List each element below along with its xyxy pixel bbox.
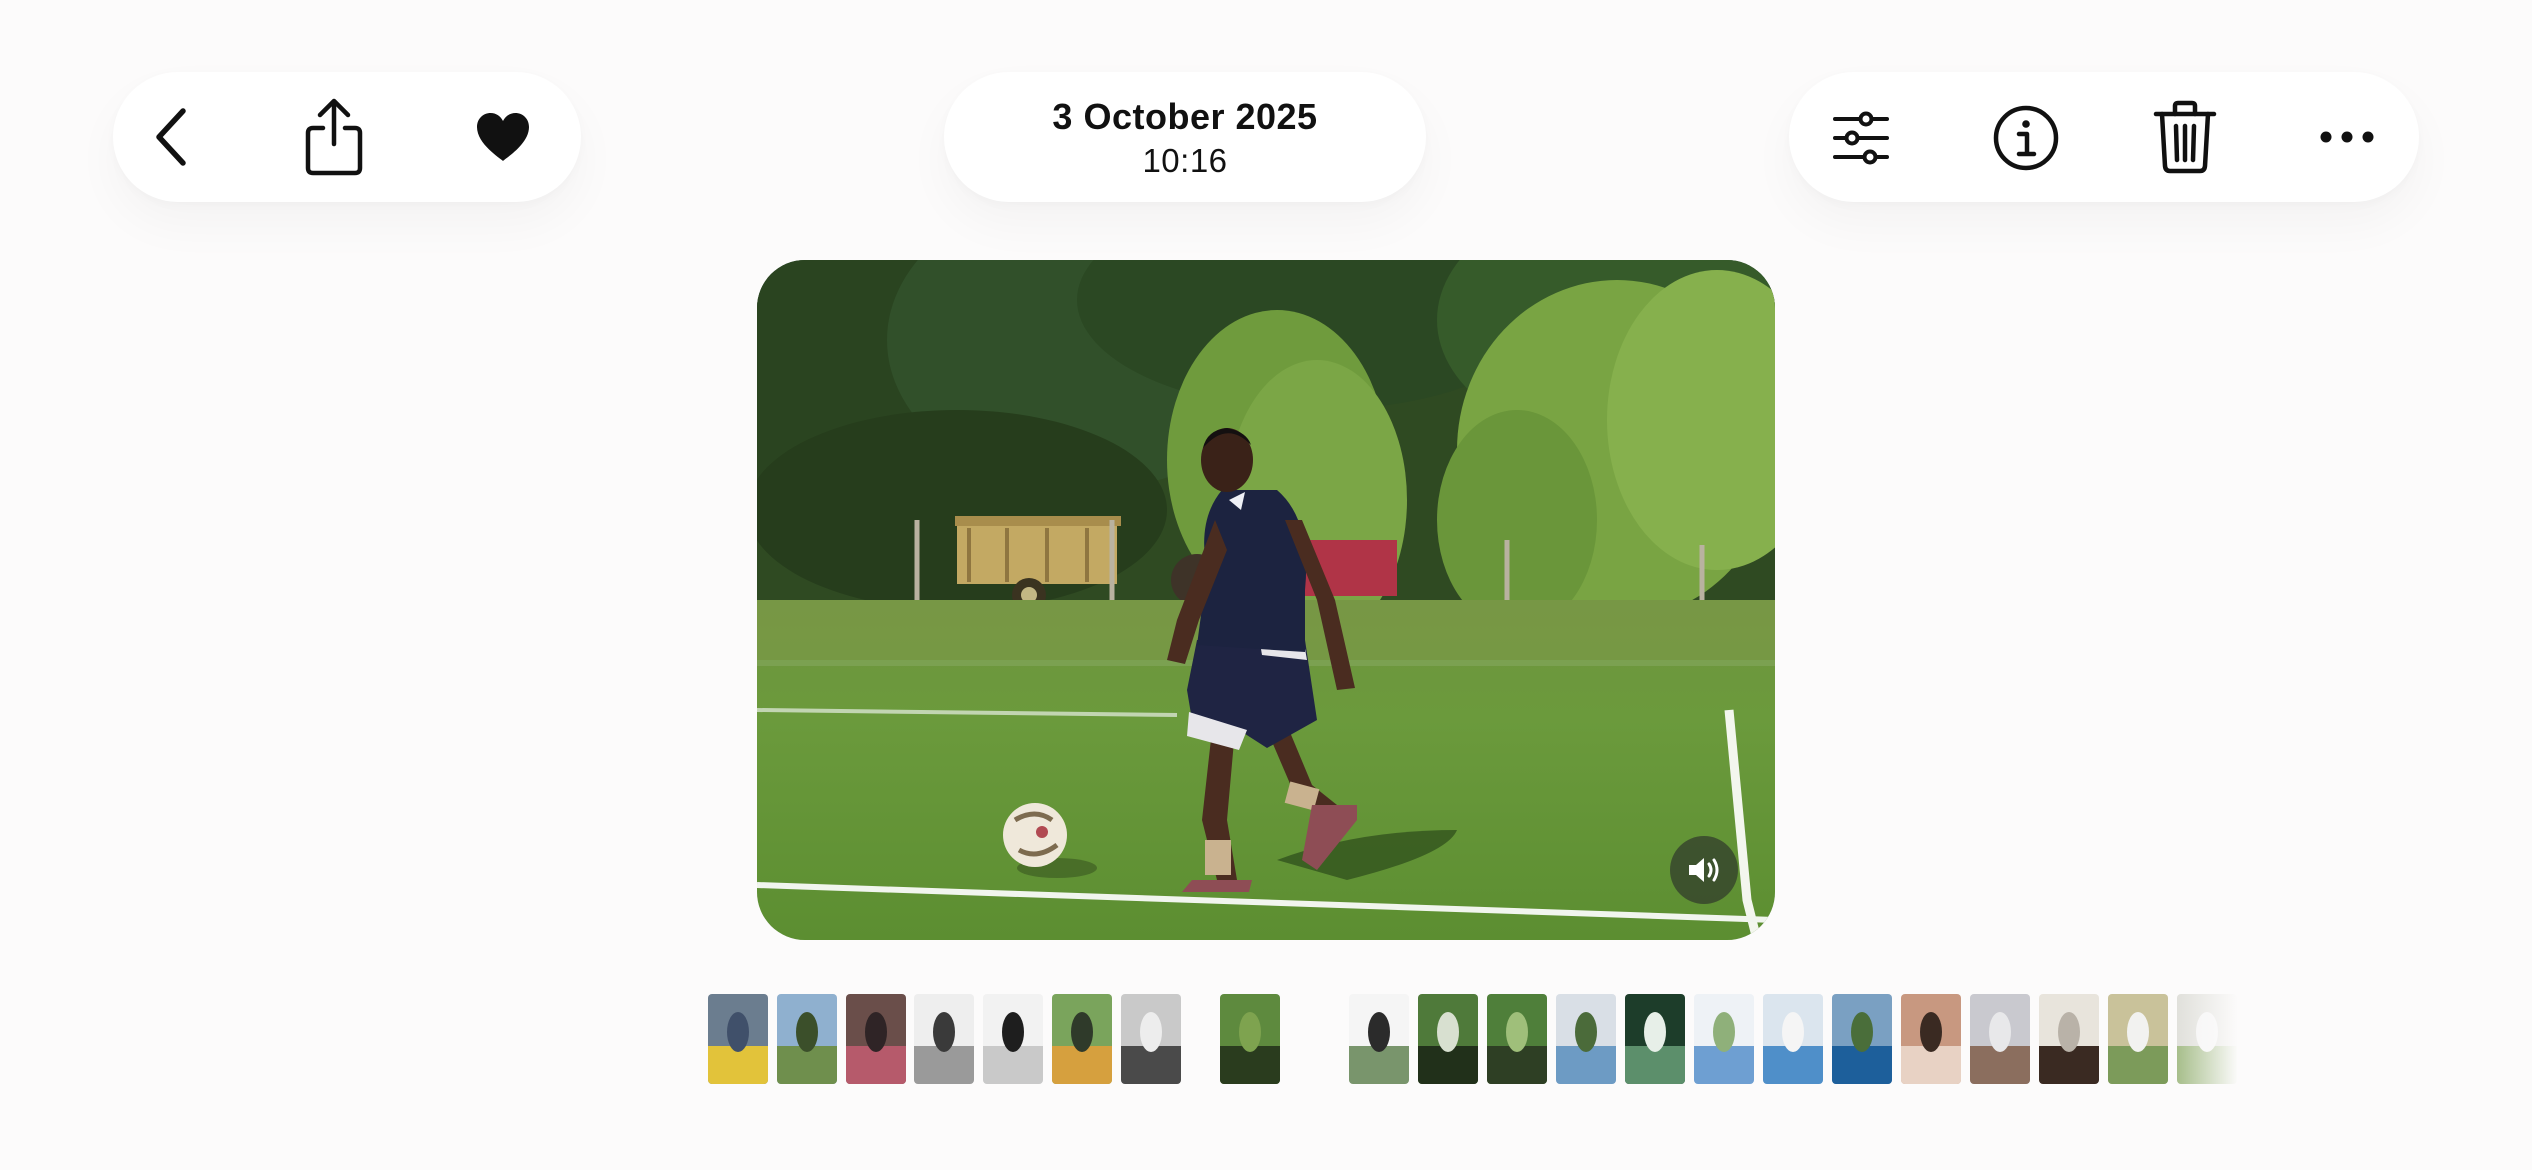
thumbnail-image xyxy=(1121,994,1181,1084)
filmstrip-thumbnail[interactable] xyxy=(1763,994,1823,1084)
filmstrip-thumbnail[interactable] xyxy=(1901,994,1961,1084)
thumbnail-image xyxy=(1763,994,1823,1084)
thumbnail-image xyxy=(1970,994,2030,1084)
filmstrip-thumbnail[interactable] xyxy=(1052,994,1112,1084)
edit-adjust-button[interactable] xyxy=(1831,108,1891,168)
filmstrip-thumbnail[interactable] xyxy=(1970,994,2030,1084)
filmstrip-thumbnail[interactable] xyxy=(914,994,974,1084)
thumbnail-image xyxy=(2177,994,2237,1084)
thumbnail-image xyxy=(983,994,1043,1084)
thumbnail-image xyxy=(1901,994,1961,1084)
thumbnail-image xyxy=(1487,994,1547,1084)
delete-button[interactable] xyxy=(2153,100,2217,174)
thumbnail-filmstrip xyxy=(708,994,2238,1084)
heart-filled-icon xyxy=(477,113,529,161)
filmstrip-thumbnail[interactable] xyxy=(983,994,1043,1084)
thumbnail-image xyxy=(1832,994,1892,1084)
speaker-icon xyxy=(1689,858,1719,882)
filmstrip-thumbnail[interactable] xyxy=(1556,994,1616,1084)
filmstrip-thumbnail[interactable] xyxy=(1694,994,1754,1084)
filmstrip-thumbnail[interactable] xyxy=(1487,994,1547,1084)
thumbnail-image xyxy=(1220,994,1280,1084)
thumbnail-image xyxy=(708,994,768,1084)
thumbnail-image xyxy=(1418,994,1478,1084)
share-button[interactable] xyxy=(303,98,365,176)
filmstrip-thumbnail[interactable] xyxy=(1625,994,1685,1084)
share-icon xyxy=(305,98,363,176)
photo-date: 3 October 2025 xyxy=(1052,96,1318,137)
more-button[interactable] xyxy=(2317,112,2377,162)
filmstrip-thumbnail[interactable] xyxy=(2039,994,2099,1084)
photo-time: 10:16 xyxy=(1142,142,1228,179)
thumbnail-image xyxy=(2108,994,2168,1084)
filmstrip-thumbnail-selected[interactable] xyxy=(1220,994,1280,1084)
favorite-button[interactable] xyxy=(473,108,533,166)
left-toolbar xyxy=(113,72,581,202)
thumbnail-image xyxy=(1556,994,1616,1084)
more-ellipsis-icon xyxy=(2320,131,2374,143)
back-icon xyxy=(156,108,186,166)
back-button[interactable] xyxy=(143,107,203,167)
thumbnail-image xyxy=(777,994,837,1084)
date-time-pill: 3 October 2025 10:16 xyxy=(944,72,1426,202)
filmstrip-thumbnail[interactable] xyxy=(1832,994,1892,1084)
audio-toggle-button[interactable] xyxy=(1670,836,1738,904)
right-toolbar xyxy=(1789,72,2419,202)
info-button[interactable] xyxy=(1992,104,2060,172)
thumbnail-image xyxy=(846,994,906,1084)
thumbnail-image xyxy=(1625,994,1685,1084)
thumbnail-image xyxy=(1349,994,1409,1084)
main-video-preview[interactable] xyxy=(757,260,1775,940)
filmstrip-thumbnail[interactable] xyxy=(1418,994,1478,1084)
football-player-scene xyxy=(757,260,1775,940)
filmstrip-thumbnail[interactable] xyxy=(846,994,906,1084)
filmstrip-thumbnail[interactable] xyxy=(708,994,768,1084)
thumbnail-image xyxy=(2039,994,2099,1084)
filmstrip-thumbnail[interactable] xyxy=(1121,994,1181,1084)
filmstrip-thumbnail[interactable] xyxy=(1349,994,1409,1084)
filmstrip-thumbnail[interactable] xyxy=(777,994,837,1084)
thumbnail-image xyxy=(1694,994,1754,1084)
adjustments-sliders-icon xyxy=(1833,111,1889,165)
info-circle-icon xyxy=(1993,105,2059,171)
trash-icon xyxy=(2153,100,2217,174)
thumbnail-image xyxy=(914,994,974,1084)
filmstrip-thumbnail[interactable] xyxy=(2108,994,2168,1084)
filmstrip-thumbnail[interactable] xyxy=(2177,994,2237,1084)
thumbnail-image xyxy=(1052,994,1112,1084)
